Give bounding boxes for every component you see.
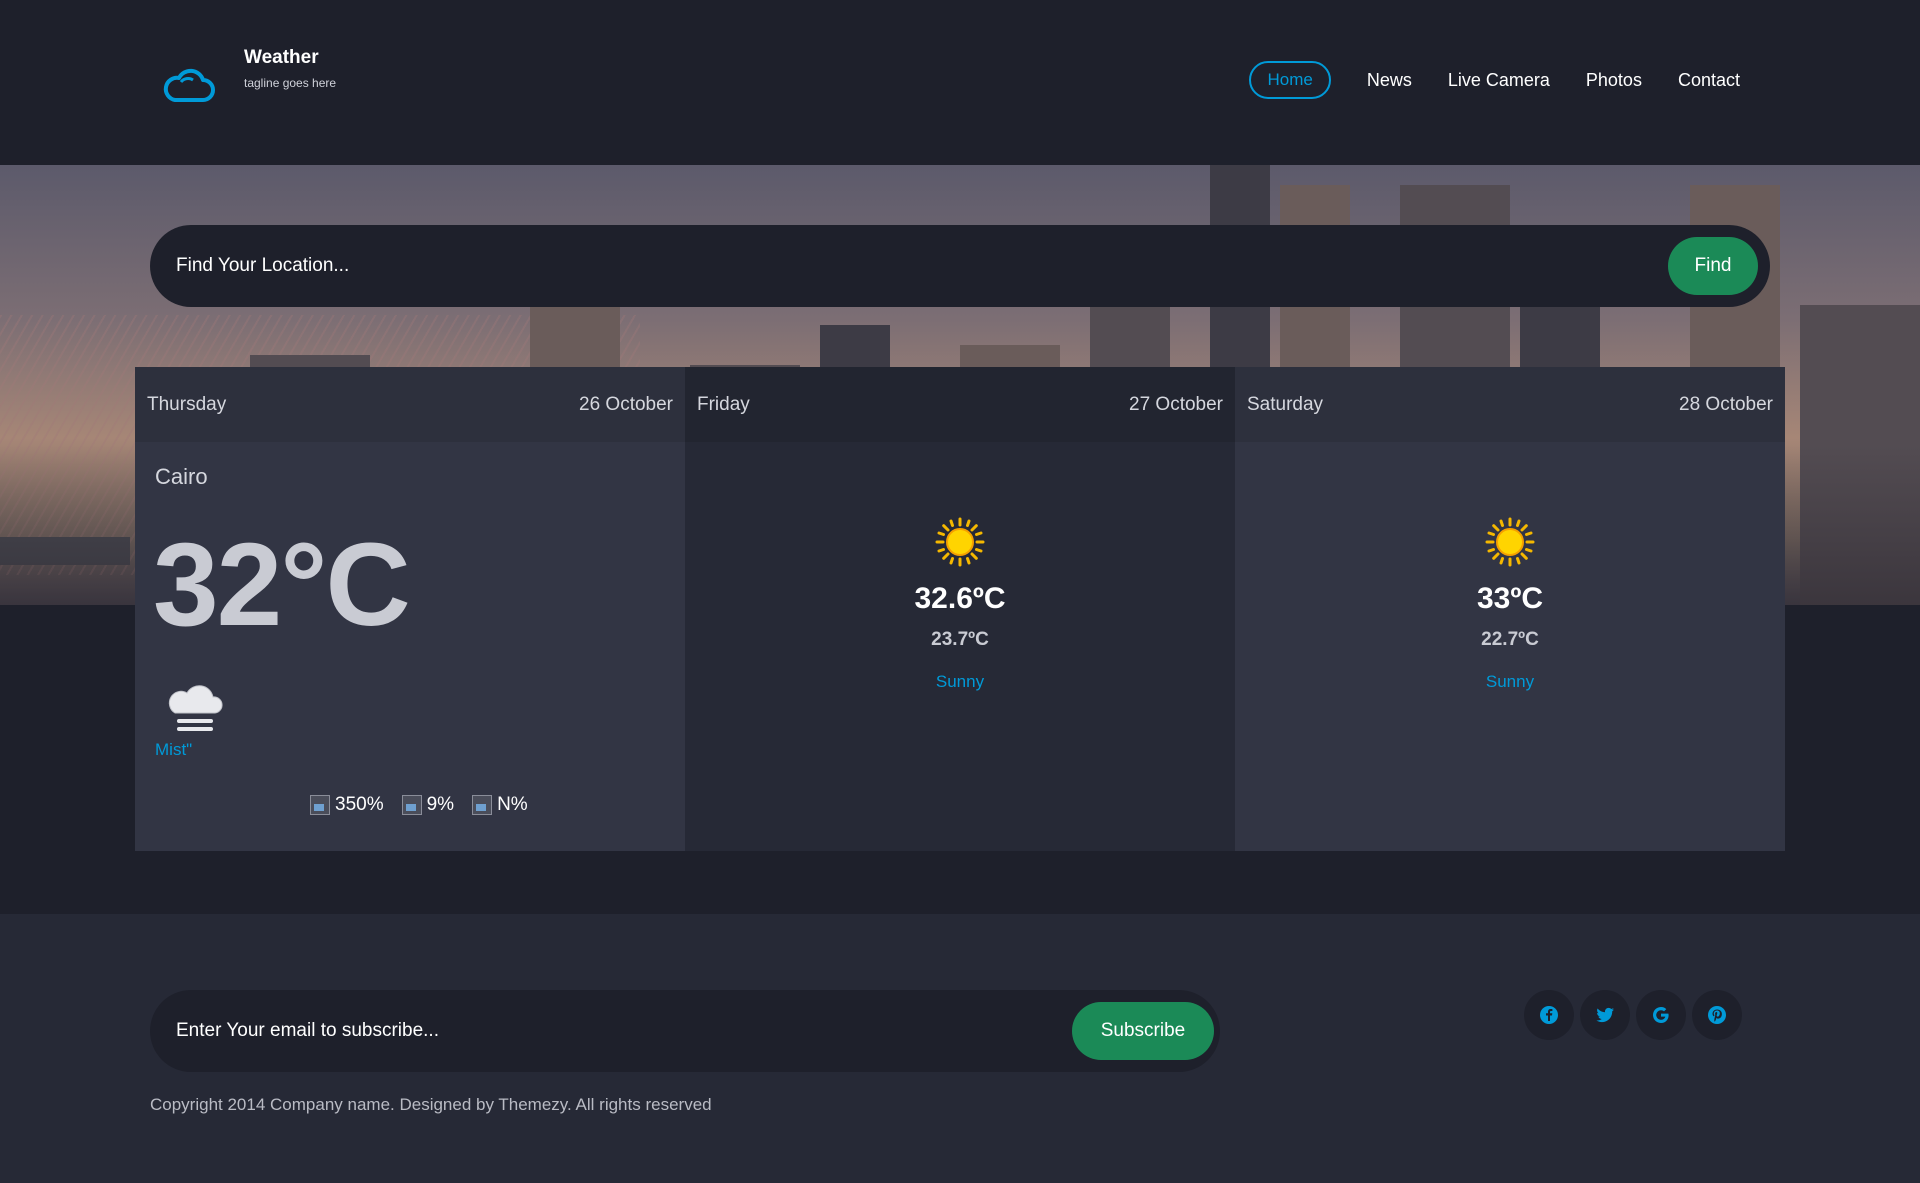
sun-icon xyxy=(1485,517,1535,567)
main-nav: Home News Live Camera Photos Contact xyxy=(1249,61,1740,99)
copyright-text: Copyright 2014 Company name. Designed by… xyxy=(150,1095,712,1114)
logo-text: Weather tagline goes here xyxy=(244,46,336,90)
nav-home[interactable]: Home xyxy=(1249,61,1331,99)
cloud-logo-icon xyxy=(163,68,215,102)
forecast-header: Saturday 28 October xyxy=(1235,367,1785,442)
subscribe-button[interactable]: Subscribe xyxy=(1072,1002,1214,1060)
forecast-high-temp: 32.6ºC xyxy=(914,582,1006,615)
logo[interactable]: Weather tagline goes here xyxy=(163,46,336,104)
forecast-table: Thursday 26 October Cairo 32°C Mist" 350… xyxy=(135,367,1785,851)
twitter-icon xyxy=(1596,1007,1614,1023)
humidity-value: 350% xyxy=(335,794,384,815)
day-name: Thursday xyxy=(147,393,227,415)
nav-contact[interactable]: Contact xyxy=(1678,68,1740,92)
google-link[interactable] xyxy=(1636,990,1686,1040)
compass-icon xyxy=(472,795,493,815)
forecast-header: Thursday 26 October xyxy=(135,367,685,442)
facebook-icon xyxy=(1540,1006,1558,1024)
google-icon xyxy=(1653,1007,1669,1023)
location-search-input[interactable] xyxy=(150,255,1668,277)
day-name: Saturday xyxy=(1247,393,1324,415)
email-subscribe-input[interactable] xyxy=(150,1020,1072,1042)
site-header: Weather tagline goes here Home News Live… xyxy=(0,0,1920,165)
forecast-today: Thursday 26 October Cairo 32°C Mist" 350… xyxy=(135,367,685,851)
current-temperature: 32°C xyxy=(153,519,411,651)
day-date: 26 October xyxy=(579,393,673,415)
twitter-link[interactable] xyxy=(1580,990,1630,1040)
forecast-day-3: Saturday 28 October 33ºC 22.7ºC Sunny xyxy=(1235,367,1785,851)
forecast-condition: Sunny xyxy=(1485,672,1535,691)
forecast-low-temp: 22.7ºC xyxy=(1481,629,1539,650)
weather-stats: 350% 9% N% xyxy=(310,794,546,816)
wind-icon xyxy=(401,795,422,815)
pinterest-icon xyxy=(1708,1006,1726,1024)
subscribe-form: Subscribe xyxy=(150,990,1220,1072)
site-title: Weather xyxy=(244,47,319,68)
humidity-stat: 350% xyxy=(310,794,384,816)
umbrella-icon xyxy=(310,795,330,815)
site-footer: Subscribe Copyright 2014 Company name. D… xyxy=(0,914,1920,1183)
wind-stat: 9% xyxy=(401,794,455,816)
forecast-high-temp: 33ºC xyxy=(1477,582,1543,615)
forecast-day-2: Friday 27 October 32.6ºC 23.7ºC Sunny xyxy=(685,367,1235,851)
find-button[interactable]: Find xyxy=(1668,237,1758,295)
site-tagline: tagline goes here xyxy=(244,76,337,90)
forecast-condition: Sunny xyxy=(935,672,985,691)
nav-live-camera[interactable]: Live Camera xyxy=(1448,68,1550,92)
day-date: 27 October xyxy=(1129,393,1223,415)
forecast-header: Friday 27 October xyxy=(685,367,1235,442)
facebook-link[interactable] xyxy=(1524,990,1574,1040)
mist-icon xyxy=(168,685,223,731)
location-search-form: Find xyxy=(150,225,1770,307)
pinterest-link[interactable] xyxy=(1692,990,1742,1040)
condition-label: Mist" xyxy=(155,740,193,759)
day-name: Friday xyxy=(697,393,750,415)
nav-news[interactable]: News xyxy=(1367,68,1412,92)
forecast-low-temp: 23.7ºC xyxy=(931,629,989,650)
day-date: 28 October xyxy=(1679,393,1773,415)
sun-icon xyxy=(935,517,985,567)
social-links xyxy=(1524,990,1748,1040)
direction-value: N% xyxy=(497,794,528,815)
direction-stat: N% xyxy=(472,794,528,816)
location-name: Cairo xyxy=(155,464,208,489)
nav-photos[interactable]: Photos xyxy=(1586,68,1642,92)
wind-value: 9% xyxy=(426,794,455,815)
